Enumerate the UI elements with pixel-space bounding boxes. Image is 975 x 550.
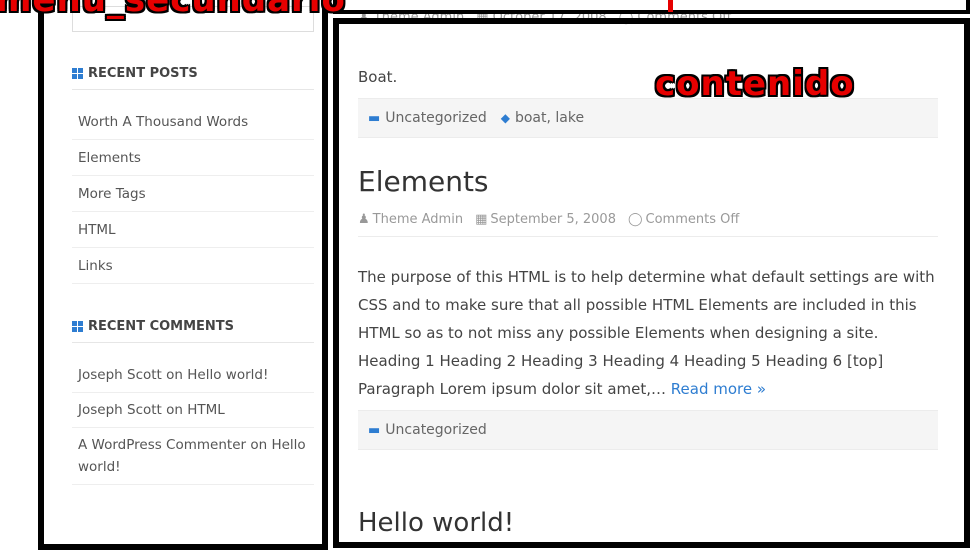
header-annotation-frame	[333, 0, 970, 14]
content-annotation-label: contenido	[655, 64, 855, 104]
menu-annotation-label: menu_secundario	[0, 0, 346, 20]
annotation-marker	[668, 0, 673, 12]
sidebar-annotation-frame	[38, 0, 328, 550]
content-annotation-frame	[333, 18, 970, 548]
